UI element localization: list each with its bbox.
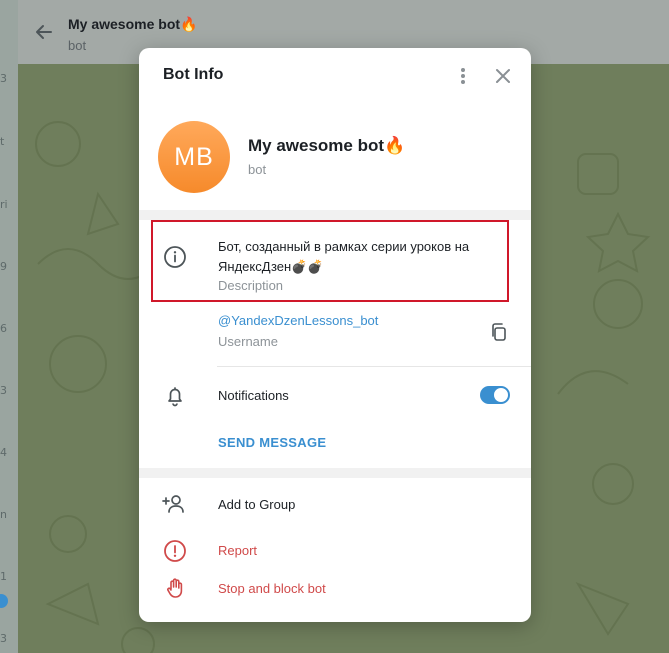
- section-divider: [139, 468, 531, 478]
- chat-list-fragment: ri: [0, 198, 8, 211]
- report-icon[interactable]: [163, 539, 187, 563]
- chat-list-fragment: t: [0, 135, 5, 148]
- add-to-group-button[interactable]: Add to Group: [218, 497, 295, 512]
- report-button[interactable]: Report: [218, 543, 257, 558]
- username-label: Username: [218, 334, 278, 349]
- chat-list-fragment: 6: [0, 322, 7, 335]
- notifications-label: Notifications: [218, 388, 289, 403]
- unread-badge: [0, 594, 8, 608]
- avatar-initials: MB: [174, 142, 214, 171]
- chat-list-fragment: 9: [0, 260, 7, 273]
- add-user-icon[interactable]: [161, 492, 187, 516]
- chat-subtitle: bot: [68, 38, 87, 53]
- toggle-knob: [493, 387, 509, 403]
- chat-list-fragment: n: [0, 508, 7, 521]
- description-label: Description: [218, 278, 284, 293]
- avatar[interactable]: MB: [158, 121, 230, 193]
- copy-icon[interactable]: [489, 322, 509, 342]
- chat-list-fragment: 4: [0, 446, 7, 459]
- stop-and-block-button[interactable]: Stop and block bot: [218, 581, 326, 596]
- send-message-button[interactable]: SEND MESSAGE: [218, 435, 326, 450]
- info-icon: [163, 245, 187, 269]
- description-text: Бот, созданный в рамках серии уроков на …: [218, 239, 470, 274]
- username-link[interactable]: @YandexDzenLessons_bot: [218, 313, 378, 328]
- stop-hand-icon[interactable]: [163, 576, 187, 600]
- dialog-title: Bot Info: [163, 66, 224, 83]
- bot-kind: bot: [248, 162, 267, 177]
- bot-info-dialog: Bot Info MB My awesome bot🔥 bot Бот, соз…: [139, 48, 531, 622]
- chat-list-fragment: 1: [0, 570, 7, 583]
- chat-list-fragment: 3: [0, 384, 7, 397]
- chat-list-fragment: 3: [0, 632, 7, 645]
- bot-name: My awesome bot🔥: [248, 136, 406, 155]
- chat-title: My awesome bot🔥: [68, 16, 198, 32]
- close-icon[interactable]: [493, 66, 513, 86]
- chat-list-fragment: 3: [0, 72, 7, 85]
- arrow-left-icon[interactable]: [34, 22, 54, 42]
- kebab-menu-icon[interactable]: [453, 66, 473, 86]
- notifications-toggle[interactable]: [480, 386, 510, 404]
- section-divider: [139, 210, 531, 220]
- chat-list-strip: 3 t ri 9 6 3 4 n 1 3: [0, 0, 18, 653]
- row-divider: [217, 366, 531, 367]
- bell-icon: [163, 384, 187, 408]
